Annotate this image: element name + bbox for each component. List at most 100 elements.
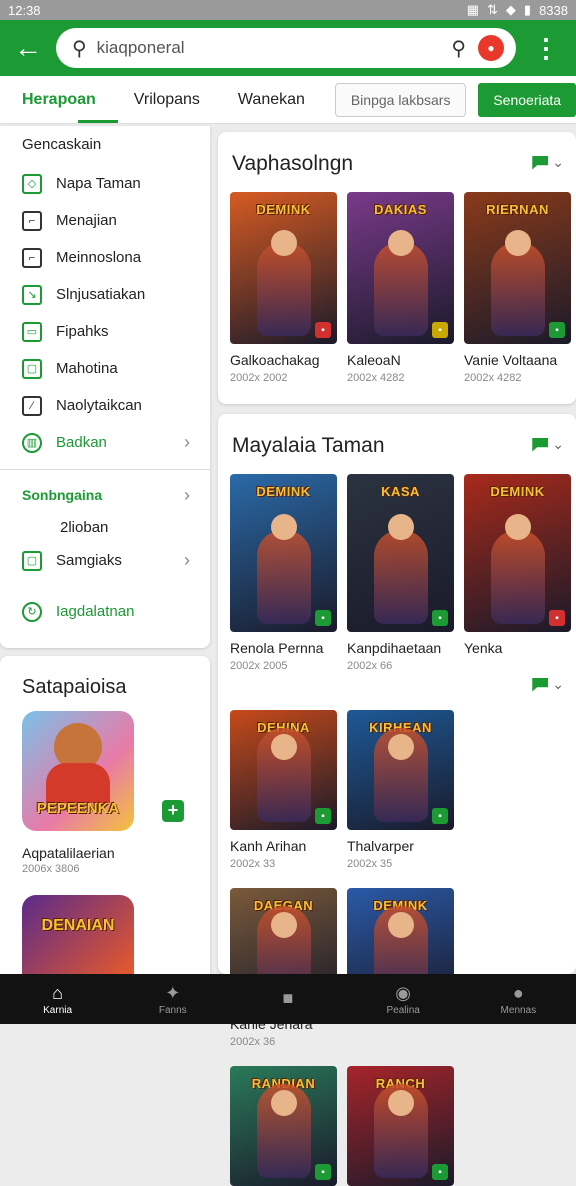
sidebar-item-naolytaikcan[interactable]: ∕ Naolytaikcan: [0, 387, 210, 424]
game-tile[interactable]: KIRHEAN▪ Thalvarper 2002x 35: [347, 710, 454, 870]
chevron-right-icon: ›: [184, 550, 190, 570]
vibrate-icon: ▦: [466, 2, 480, 17]
chevron-right-icon: ›: [184, 432, 190, 452]
game-tile[interactable]: DEHINA▪ Kanh Arihan 2002x 33: [230, 710, 337, 870]
sidebar-item-label: Samgiaks: [56, 552, 122, 569]
thumbnail-title-art: PEPEENKA: [36, 800, 120, 817]
flag-icon: [532, 155, 549, 170]
game-title[interactable]: Renola Pernna: [230, 640, 337, 656]
more-options-button[interactable]: ⋮: [516, 33, 576, 64]
game-thumbnail[interactable]: RANCH▪: [347, 1066, 454, 1186]
add-button[interactable]: +: [162, 800, 184, 822]
game-tile[interactable]: RANDIAN▪: [230, 1066, 337, 1186]
sidebar-item-label: Badkan: [56, 434, 107, 451]
apps-icon: ■: [282, 988, 294, 1008]
sidebar-item-fipahks[interactable]: ▭ Fipahks: [0, 313, 210, 350]
tab-vrilopans[interactable]: Vrilopans: [96, 91, 200, 109]
game-tile[interactable]: DEMINK ▪ Renola Pernna 2002x 2005: [230, 474, 337, 672]
nav-account[interactable]: ● Mennas: [468, 983, 568, 1016]
flag-icon: [532, 677, 549, 692]
character-figure: [373, 242, 428, 336]
game-thumbnail[interactable]: RIERNAN ▪: [464, 192, 571, 344]
game-tile[interactable]: RIERNAN ▪ Vanie Voltaana 2002x 4282: [464, 192, 571, 384]
game-thumbnail[interactable]: DEMINK ▪: [230, 474, 337, 632]
game-thumbnail[interactable]: RANDIAN▪: [230, 1066, 337, 1186]
expand-icon: ↘: [22, 284, 42, 305]
sidebar-item-badkan[interactable]: ▥ Badkan ›: [0, 424, 210, 461]
game-thumbnail[interactable]: KASA ▪: [347, 474, 454, 632]
character-head: [270, 1090, 297, 1117]
sidebar-item-napa-taman[interactable]: ◇ Napa Taman: [0, 165, 210, 202]
nav-movies[interactable]: ◉ Pealina: [353, 983, 453, 1016]
sidebar-item-menajian[interactable]: ⌐ Menajian: [0, 202, 210, 239]
sidebar-header: Gencaskain: [22, 136, 102, 153]
game-meta: 2002x 4282: [464, 372, 522, 384]
back-button[interactable]: ←: [0, 20, 56, 76]
home-icon: ⌂: [52, 982, 64, 1003]
sidebar-sub-head[interactable]: Sonbngaina ›: [0, 478, 210, 512]
tab-herapoan[interactable]: Herapoan: [0, 91, 118, 123]
data-icon: ⇅: [487, 2, 498, 17]
featured-game-title[interactable]: Aqpatalilaerian: [0, 831, 210, 863]
section-menu-2[interactable]: ⌄: [532, 676, 564, 693]
game-tile[interactable]: DEMINK▪: [347, 888, 454, 1048]
character-head: [270, 734, 297, 761]
game-title[interactable]: Kanpdihaetaan: [347, 640, 454, 656]
sidebar-item-samgiaks[interactable]: ▢ Samgiaks ›: [0, 542, 210, 579]
section-title: Vaphasolngn: [232, 152, 354, 175]
nav-apps[interactable]: ■: [238, 988, 338, 1010]
game-title[interactable]: Kanh Arihan: [230, 838, 337, 854]
sidebar-item-label: Meinnoslona: [56, 249, 142, 266]
section-menu[interactable]: ⌄: [532, 154, 564, 171]
sidebar-item-slnjusatiakan[interactable]: ↘ Slnjusatiakan: [0, 276, 210, 313]
game-thumbnail[interactable]: DAKIAS ▪: [347, 192, 454, 344]
game-tile[interactable]: KASA ▪ Kanpdihaetaan 2002x 66: [347, 474, 454, 672]
game-title[interactable]: Thalvarper: [347, 838, 454, 854]
section-vaphasolngn: Vaphasolngn ⌄ DEMINK ▪ Galkoachakag 2002x 2…: [218, 132, 576, 404]
sidebar-item-iagdalatnan[interactable]: ↻ Iagdalatnan: [0, 593, 210, 630]
game-thumbnail[interactable]: KIRHEAN▪: [347, 710, 454, 830]
nav-games[interactable]: ✦ Fanns: [123, 983, 223, 1016]
game-title[interactable]: KaleoaN: [347, 352, 454, 368]
game-tile[interactable]: RANCH▪: [347, 1066, 454, 1186]
battery-icon: ▮: [523, 2, 532, 17]
sub-head-label: Sonbngaina: [22, 487, 103, 503]
mic-icon[interactable]: ●: [478, 35, 504, 61]
search-box[interactable]: ⚲ ⚲ ●: [56, 28, 516, 68]
search-submit-icon[interactable]: ⚲: [451, 36, 466, 61]
character-head: [270, 912, 297, 939]
game-tile[interactable]: DAEGAN▪Kanle Jenara2002x 36: [230, 888, 337, 1048]
sidebar-item-mahotina[interactable]: ▢ Mahotina: [0, 350, 210, 387]
game-tile[interactable]: DEMINK ▪ Yenka: [464, 474, 571, 672]
bracket-icon: ⌐: [22, 210, 42, 231]
plus-icon: +: [167, 800, 179, 820]
game-thumbnail[interactable]: DEMINK ▪: [464, 474, 571, 632]
featured-game-thumbnail[interactable]: PEPEENKA: [22, 711, 134, 831]
nav-home[interactable]: ⌂ Karnia: [8, 983, 108, 1016]
game-title[interactable]: Vanie Voltaana: [464, 352, 571, 368]
game-tile[interactable]: DAKIAS ▪ KaleoaN 2002x 4282: [347, 192, 454, 384]
game-title[interactable]: Yenka: [464, 640, 571, 656]
character-head: [387, 734, 414, 761]
status-time: 12:38: [8, 2, 41, 18]
sidebar-item-meinnoslona[interactable]: ⌐ Meinnoslona: [0, 239, 210, 276]
arrow-left-icon: ←: [14, 32, 42, 63]
sidebar-item-label: Fipahks: [56, 323, 109, 340]
tab-action-button[interactable]: Senoeriata: [478, 82, 576, 117]
search-input[interactable]: [86, 38, 452, 58]
game-title[interactable]: Galkoachakag: [230, 352, 337, 368]
game-tile[interactable]: DEMINK ▪ Galkoachakag 2002x 2002: [230, 192, 337, 384]
game-thumbnail[interactable]: DEMINK ▪: [230, 192, 337, 344]
app-bar: ← ⚲ ⚲ ● ⋮: [0, 20, 576, 76]
thumbnail-title-art: DEMINK: [256, 484, 311, 499]
section-menu[interactable]: ⌄: [532, 436, 564, 453]
tab-wanekan[interactable]: Wanekan: [200, 91, 305, 109]
thumbnail-title-art: DAKIAS: [374, 202, 427, 217]
wifi-icon: ◆: [505, 2, 516, 17]
tab-search-field[interactable]: Binpga lakbsars: [334, 82, 467, 117]
chevron-down-icon: ⌄: [552, 676, 564, 692]
game-thumbnail[interactable]: DEHINA▪: [230, 710, 337, 830]
featured-game-thumbnail-2[interactable]: DENAIAN: [22, 895, 134, 977]
character-figure: [490, 242, 545, 336]
status-right-text: 8338: [539, 2, 568, 18]
